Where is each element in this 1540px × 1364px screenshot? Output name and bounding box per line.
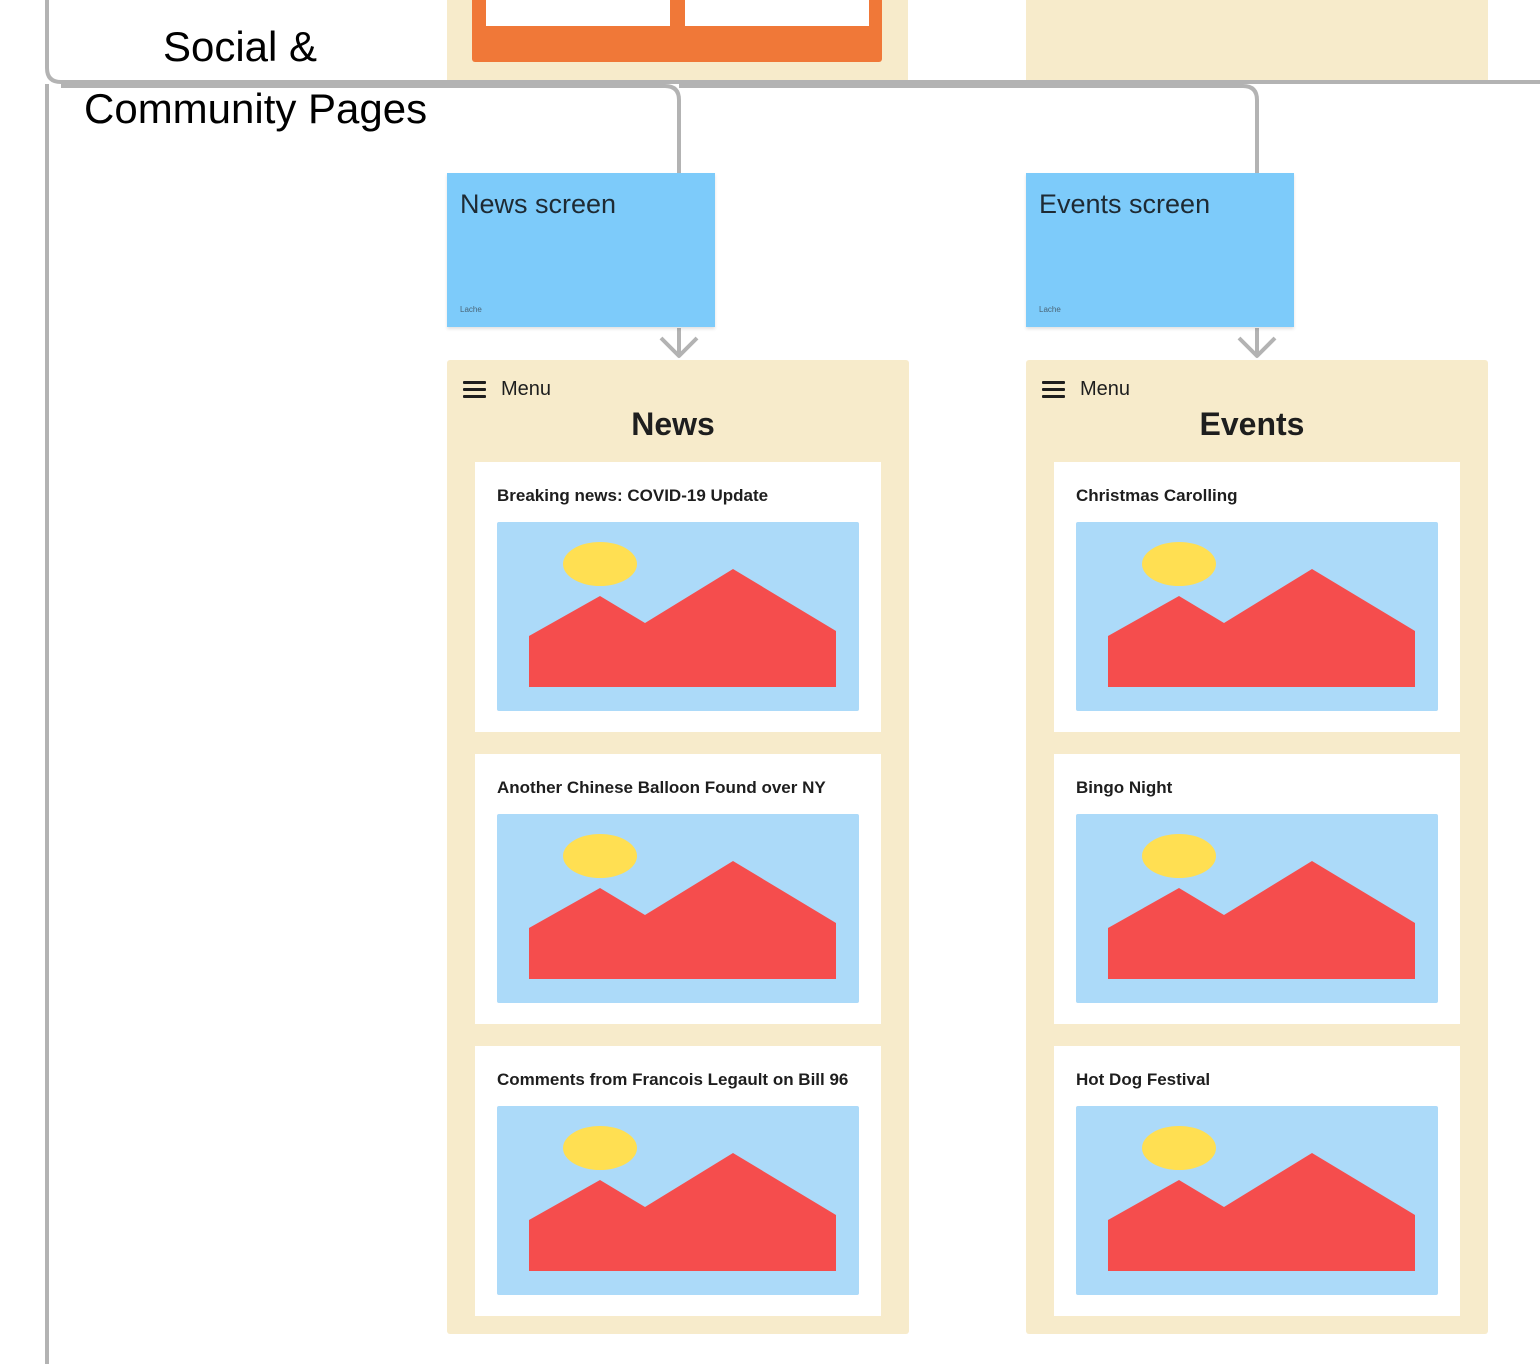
section-title-line2: Community Pages: [84, 85, 428, 132]
hamburger-menu-icon: [463, 380, 486, 399]
events-screen-frame: Menu Events Christmas Carolling Bingo Ni…: [1026, 360, 1488, 1334]
card-title: Comments from Francois Legault on Bill 9…: [497, 1070, 849, 1089]
menu-button[interactable]: Menu: [463, 376, 551, 402]
hamburger-menu-icon: [1042, 380, 1065, 399]
news-screen-frame: Menu News Breaking news: COVID-19 Update…: [447, 360, 909, 1334]
sticky-author: Lache: [460, 305, 482, 314]
news-card[interactable]: Breaking news: COVID-19 Update: [475, 462, 881, 732]
card-title: Another Chinese Balloon Found over NY: [497, 778, 826, 797]
card-title: Christmas Carolling: [1076, 486, 1238, 505]
image-placeholder-icon: [497, 1106, 859, 1295]
card-title: Hot Dog Festival: [1076, 1070, 1211, 1089]
screen-heading: News: [631, 406, 715, 442]
card-preview-right: [685, 0, 869, 26]
image-placeholder-icon: [497, 814, 859, 1003]
card-title: Bingo Night: [1076, 778, 1173, 797]
menu-button[interactable]: Menu: [1042, 376, 1130, 402]
card-title: Breaking news: COVID-19 Update: [497, 486, 769, 505]
menu-label: Menu: [1080, 377, 1131, 400]
sticky-author: Lache: [1039, 305, 1061, 314]
highlighted-card-group: [472, 0, 882, 62]
sticky-title: News screen: [460, 189, 617, 219]
sticky-title: Events screen: [1039, 189, 1211, 219]
news-card[interactable]: Comments from Francois Legault on Bill 9…: [475, 1046, 881, 1316]
event-card[interactable]: Hot Dog Festival: [1054, 1046, 1460, 1316]
screen-heading: Events: [1199, 406, 1305, 442]
sticky-note-news[interactable]: News screen Lache: [447, 173, 715, 327]
image-placeholder-icon: [1076, 522, 1438, 711]
event-card[interactable]: Christmas Carolling: [1054, 462, 1460, 732]
menu-label: Menu: [501, 377, 552, 400]
image-placeholder-icon: [1076, 1106, 1438, 1295]
image-placeholder-icon: [497, 522, 859, 711]
news-card[interactable]: Another Chinese Balloon Found over NY: [475, 754, 881, 1024]
section-title: Social & Community Pages: [60, 16, 450, 140]
event-card[interactable]: Bingo Night: [1054, 754, 1460, 1024]
sticky-note-events[interactable]: Events screen Lache: [1026, 173, 1294, 327]
section-title-line1: Social &: [162, 23, 318, 70]
card-preview-left: [486, 0, 670, 26]
image-placeholder-icon: [1076, 814, 1438, 1003]
